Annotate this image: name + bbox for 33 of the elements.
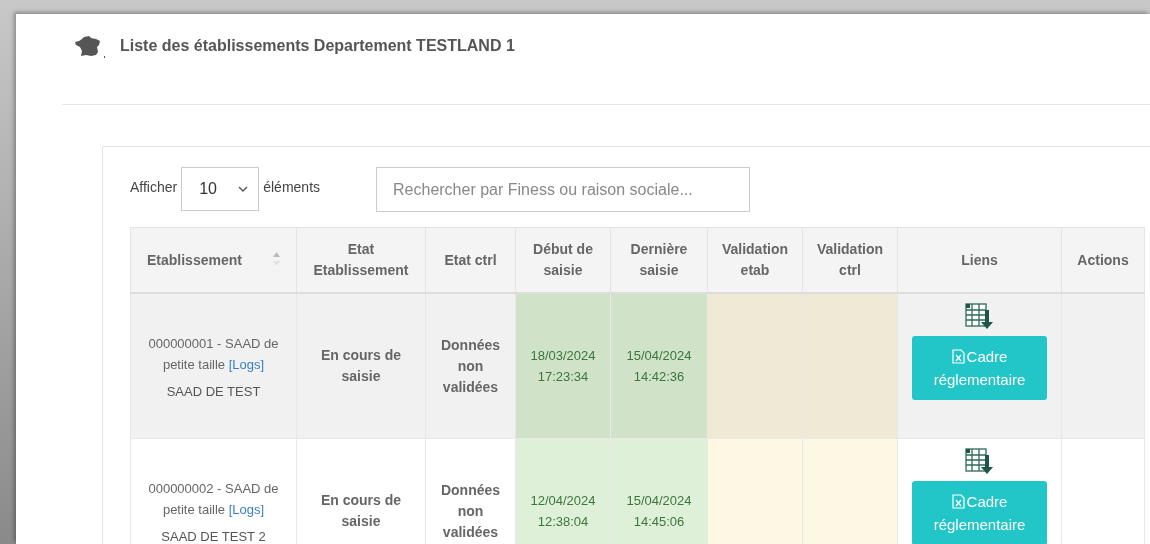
spreadsheet-download-icon[interactable] xyxy=(963,447,996,475)
column-header: Liens xyxy=(897,227,1062,293)
facility-id: 000000002 - SAAD de petite taille [Logs] xyxy=(147,480,280,519)
excel-file-icon xyxy=(951,349,965,364)
facility-name: SAAD DE TEST xyxy=(165,384,262,399)
column-header: Validation ctrl xyxy=(802,227,898,293)
column-header: Validation etab xyxy=(707,227,803,293)
column-header: Dernière saisie xyxy=(610,227,708,293)
chevron-down-icon xyxy=(238,186,249,192)
column-header[interactable]: Etablissement xyxy=(130,227,297,293)
france-map-icon xyxy=(74,35,106,59)
page-size-select[interactable]: 10 xyxy=(181,167,260,211)
sort-icon xyxy=(273,252,280,266)
column-header: Début de saisie xyxy=(515,227,611,293)
column-header: Etat ctrl xyxy=(425,227,516,293)
status-cell: Données non validées xyxy=(425,293,516,439)
date-cell: 18/03/2024 17:23:34 xyxy=(515,293,611,439)
spreadsheet-download-icon[interactable] xyxy=(963,302,996,330)
column-header: Actions xyxy=(1061,227,1145,293)
search-field[interactable]: Rechercher par Finess ou raison sociale... xyxy=(376,167,751,212)
show-label: Afficher xyxy=(130,179,178,195)
logs-link[interactable]: [Logs] xyxy=(228,357,265,372)
date-cell: 12/04/2024 12:38:04 xyxy=(515,438,611,544)
logs-link[interactable]: [Logs] xyxy=(228,502,265,517)
facility-name: SAAD DE TEST 2 xyxy=(160,529,267,544)
excel-file-icon xyxy=(951,494,965,509)
status-cell: En cours de saisie xyxy=(296,293,426,439)
date-cell: 15/04/2024 14:45:06 xyxy=(610,438,708,544)
show-suffix: éléments xyxy=(263,179,321,195)
date-cell: 15/04/2024 14:42:36 xyxy=(610,293,708,439)
page-title: Liste des établissements Departement TESTLAND 1 xyxy=(120,37,515,55)
column-header: Etat Etablissement xyxy=(296,227,426,293)
facility-id: 000000001 - SAAD de petite taille [Logs] xyxy=(147,335,280,374)
